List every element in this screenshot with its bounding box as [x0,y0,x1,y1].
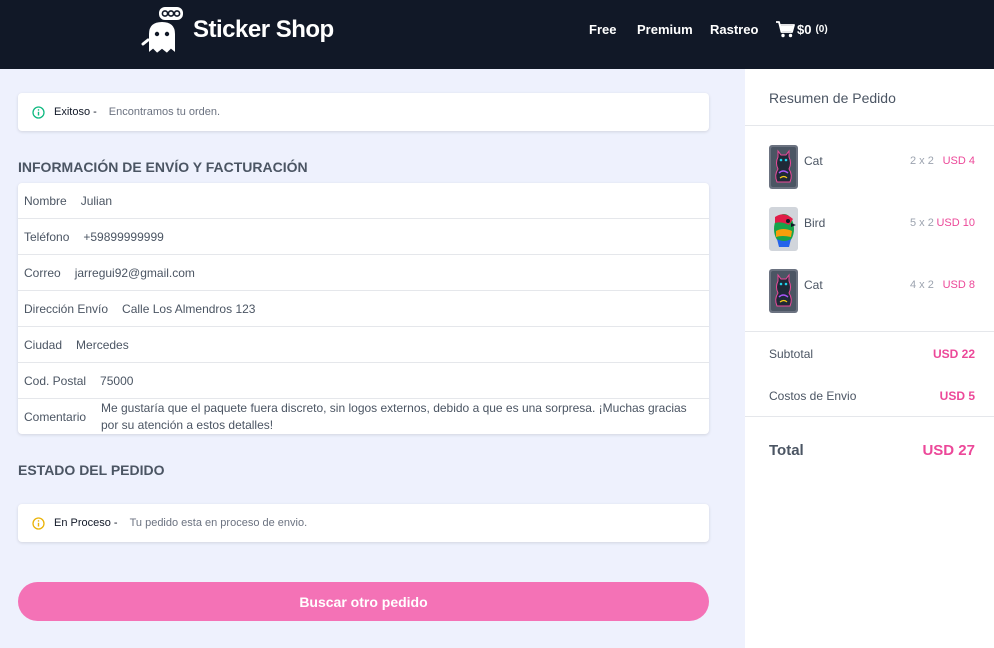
item-size: 4 x 2 [910,279,934,291]
cat-sticker-image [769,145,798,189]
field-value: Calle Los Almendros 123 [122,301,256,316]
field-label: Nombre [24,193,67,208]
nav-link-rastreo[interactable]: Rastreo [710,22,758,37]
shipping-cost-label: Costos de Envio [769,389,857,403]
shipping-section-title: INFORMACIÓN DE ENVÍO Y FACTURACIÓN [18,159,308,175]
search-another-order-button[interactable]: Buscar otro pedido [18,582,709,621]
item-name: Cat [804,154,823,168]
info-circle-icon [32,105,45,119]
item-price: USD 4 [942,155,975,167]
item-name: Bird [804,216,826,230]
shipping-info-table: Nombre Julian Teléfono +59899999999 Corr… [18,183,709,434]
order-summary-panel: Resumen de Pedido Cat 2 x 2 USD 4 Bird 5… [745,69,994,648]
field-value: +59899999999 [83,229,164,244]
alert-label: Exitoso - [54,106,97,118]
info-row-email: Correo jarregui92@gmail.com [18,255,709,291]
field-value: Julian [80,193,113,208]
total-value: USD 27 [922,442,975,459]
ghost-boo-icon[interactable] [140,4,188,58]
summary-item: Cat 4 x 2 USD 8 [769,269,979,313]
cart-button[interactable]: $0 (0) [776,21,828,38]
item-price: USD 8 [942,279,975,291]
total-label: Total [769,442,804,459]
field-label: Dirección Envío [24,301,109,316]
field-label: Teléfono [24,229,70,244]
cart-icon [776,21,795,38]
divider [745,331,994,332]
status-section-title: ESTADO DEL PEDIDO [18,462,165,478]
cat-sticker-image [769,269,798,313]
brand-name[interactable]: Sticker Shop [193,16,334,44]
field-value: Me gustaría que el paquete fuera discret… [101,400,687,432]
summary-title: Resumen de Pedido [769,90,896,106]
summary-item: Bird 5 x 2 USD 10 [769,207,979,251]
subtotal-label: Subtotal [769,347,814,361]
status-label: En Proceso - [54,517,118,529]
item-name: Cat [804,278,823,292]
cart-count: (0) [815,24,828,35]
success-alert: Exitoso - Encontramos tu orden. [18,93,709,131]
top-navbar: Sticker Shop Free Premium Rastreo $0 (0) [0,0,994,69]
field-label: Correo [24,265,61,280]
cart-total: $0 [797,22,812,37]
field-value: Mercedes [76,337,129,352]
info-circle-icon [32,516,45,530]
summary-item: Cat 2 x 2 USD 4 [769,145,979,189]
item-size: 5 x 2 [910,217,934,229]
info-row-city: Ciudad Mercedes [18,327,709,363]
divider [745,125,994,126]
subtotal-value: USD 22 [932,347,975,361]
status-message: Tu pedido esta en proceso de envio. [129,517,308,529]
info-row-postal-code: Cod. Postal 75000 [18,363,709,399]
alert-message: Encontramos tu orden. [108,106,221,118]
status-alert: En Proceso - Tu pedido esta en proceso d… [18,504,709,542]
info-row-name: Nombre Julian [18,183,709,219]
field-label: Comentario [24,409,87,424]
item-price: USD 10 [936,217,975,229]
field-value: 75000 [100,373,134,388]
info-row-address: Dirección Envío Calle Los Almendros 123 [18,291,709,327]
item-size: 2 x 2 [910,155,934,167]
bird-sticker-image [769,207,798,251]
info-row-phone: Teléfono +59899999999 [18,219,709,255]
info-row-comment: Comentario Me gustaría que el paquete fu… [18,399,709,434]
field-label: Ciudad [24,337,63,352]
nav-link-premium[interactable]: Premium [637,22,693,37]
nav-link-free[interactable]: Free [589,22,616,37]
shipping-cost-value: USD 5 [939,389,975,403]
divider [745,416,994,417]
field-value: jarregui92@gmail.com [74,265,195,280]
field-label: Cod. Postal [24,373,87,388]
